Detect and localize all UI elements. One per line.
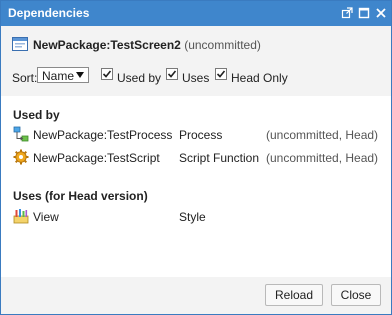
list-item[interactable]: View Style — [13, 208, 383, 226]
list-item[interactable]: NewPackage:TestProcess Process (uncommit… — [13, 126, 383, 144]
dependencies-list: Used by NewPackage:TestProcess Process (… — [1, 96, 391, 277]
used-by-checkbox[interactable] — [101, 68, 113, 80]
sort-select[interactable]: Name — [37, 67, 89, 83]
used-by-label[interactable]: Used by — [117, 71, 161, 85]
script-gear-icon — [13, 149, 29, 165]
dependency-name: NewPackage:TestScript — [33, 151, 160, 165]
uses-checkbox[interactable] — [166, 68, 178, 80]
dependencies-dialog: Dependencies NewPackage:TestScreen2 (unc… — [0, 0, 392, 315]
dependency-status: (uncommitted, Head) — [266, 151, 379, 165]
item-name: NewPackage:TestScreen2 — [33, 38, 181, 52]
sort-label: Sort: — [12, 71, 38, 85]
window-titlebar[interactable]: Dependencies — [1, 1, 391, 26]
process-icon — [13, 126, 29, 142]
uses-label[interactable]: Uses — [182, 71, 209, 85]
item-status: (uncommitted) — [184, 38, 261, 52]
list-item[interactable]: NewPackage:TestScript Script Function (u… — [13, 149, 383, 167]
dependency-type: Script Function — [179, 151, 260, 165]
sort-select-value: Name — [42, 69, 75, 83]
dialog-header: NewPackage:TestScreen2 (uncommitted) Sor… — [1, 26, 391, 96]
external-link-icon[interactable] — [340, 6, 354, 20]
screen-icon — [12, 36, 28, 52]
style-palette-icon — [13, 208, 29, 224]
filter-controls: Sort: Name Used by Uses Head Only — [12, 67, 382, 87]
dependency-name: NewPackage:TestProcess — [33, 128, 173, 142]
head-only-checkbox[interactable] — [215, 68, 227, 80]
dependency-status: (uncommitted, Head) — [266, 128, 379, 142]
close-icon[interactable] — [374, 6, 388, 20]
close-button[interactable]: Close — [331, 284, 381, 306]
chevron-down-icon — [76, 72, 84, 78]
uses-section-title: Uses (for Head version) — [13, 189, 148, 203]
dependency-name: View — [33, 210, 59, 224]
window-title: Dependencies — [8, 6, 90, 20]
used-by-section-title: Used by — [13, 108, 60, 122]
item-title: NewPackage:TestScreen2 (uncommitted) — [33, 38, 261, 52]
head-only-label[interactable]: Head Only — [231, 71, 288, 85]
maximize-icon[interactable] — [357, 6, 371, 20]
reload-button[interactable]: Reload — [265, 284, 323, 306]
dependency-type: Style — [179, 210, 206, 224]
dependency-type: Process — [179, 128, 223, 142]
dialog-footer: Reload Close — [1, 277, 391, 314]
